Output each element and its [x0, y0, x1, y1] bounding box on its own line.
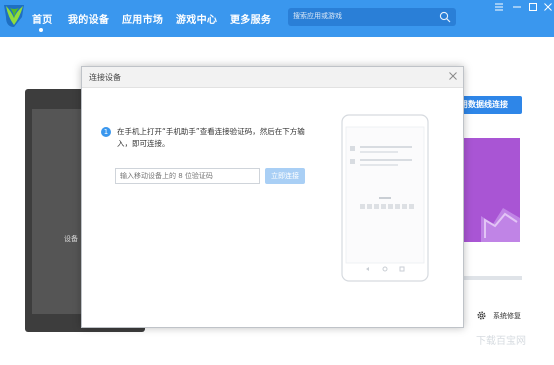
- promo-banner[interactable]: [463, 138, 520, 242]
- connect-now-button[interactable]: 立即连接: [265, 168, 305, 184]
- top-bar: 首页 我的设备 应用市场 游戏中心 更多服务 搜索应用或游戏: [0, 0, 554, 37]
- search-input[interactable]: 搜索应用或游戏: [293, 11, 342, 21]
- connect-instruction: 在手机上打开“手机助手”查看连接验证码，然后在下方输入，即可连接。: [117, 127, 305, 148]
- nav-app-market[interactable]: 应用市场: [122, 11, 163, 26]
- nav-home[interactable]: 首页: [32, 11, 53, 26]
- verification-code-input[interactable]: [115, 168, 260, 184]
- background-device-label: 设备: [64, 235, 78, 243]
- dialog-header: 连接设备: [82, 67, 463, 88]
- step-number-badge: 1: [101, 127, 111, 137]
- watermark: 下载百宝网: [476, 336, 526, 347]
- nav-more-services[interactable]: 更多服务: [230, 11, 271, 26]
- progress-track: [463, 276, 522, 280]
- menu-icon[interactable]: [494, 2, 504, 12]
- usb-connect-label[interactable]: 用数据线连接: [460, 99, 508, 110]
- nav-my-devices[interactable]: 我的设备: [68, 11, 109, 26]
- search-icon[interactable]: [439, 11, 451, 23]
- nav-active-indicator: [39, 28, 43, 32]
- banner-decoration-icon: [481, 208, 520, 242]
- system-repair-label[interactable]: 系统修复: [493, 311, 521, 321]
- app-logo-icon[interactable]: [3, 3, 25, 29]
- nav-game-center[interactable]: 游戏中心: [176, 11, 217, 26]
- gear-icon[interactable]: [476, 310, 487, 321]
- search-box[interactable]: 搜索应用或游戏: [288, 8, 456, 26]
- phone-illustration: [341, 114, 429, 282]
- close-window-icon[interactable]: [543, 2, 553, 12]
- connect-device-dialog: 连接设备 1 在手机上打开“手机助手”查看连接验证码，然后在下方输入，即可连接。…: [81, 66, 464, 328]
- dialog-title: 连接设备: [89, 73, 121, 82]
- maximize-icon[interactable]: [528, 2, 538, 12]
- close-icon[interactable]: [448, 71, 458, 81]
- minimize-icon[interactable]: [512, 2, 522, 12]
